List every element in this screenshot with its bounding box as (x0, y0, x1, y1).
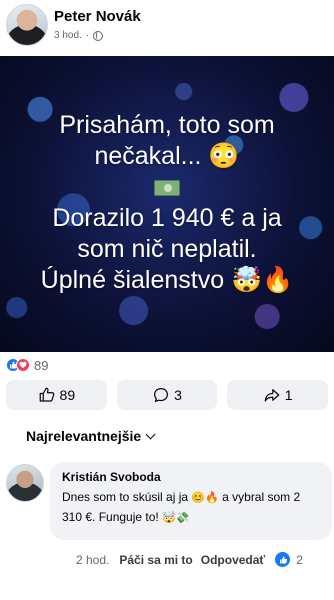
author-avatar[interactable] (6, 4, 48, 46)
comment-reply-link[interactable]: Odpovedať (201, 553, 265, 567)
action-bar: 89 3 1 (6, 380, 329, 410)
image-line-4: som nič neplatil. (77, 235, 257, 263)
comment-reaction-count: 2 (296, 552, 303, 567)
share-button[interactable]: 1 (227, 380, 329, 410)
share-icon (264, 389, 280, 402)
post-meta: 3 hod. · (54, 30, 104, 41)
comment-icon (154, 388, 169, 402)
comment-count: 3 (174, 387, 182, 403)
comment-bubble: Kristián Svoboda Dnes som to skúsil aj j… (50, 462, 332, 540)
image-line-3: Dorazilo 1 940 € a ja (52, 204, 282, 232)
post-header: Peter Novák 3 hod. · (0, 0, 334, 56)
image-line-5: Úplné šialenstvo 🤯🔥 (40, 266, 294, 294)
image-text: Prisahám, toto som nečakal... 😳 Dorazilo… (0, 110, 334, 296)
thumbs-up-icon (39, 387, 54, 402)
reaction-count: 89 (34, 357, 49, 373)
image-line-2: nečakal... 😳 (94, 142, 240, 170)
comment-like-link[interactable]: Páči sa mi to (119, 553, 192, 567)
author-name[interactable]: Peter Novák (54, 8, 141, 25)
reactions-summary[interactable]: 89 (6, 356, 48, 374)
comment-text-part-1: Dnes som to skúsil aj ja (62, 490, 192, 504)
comment-sort-dropdown[interactable]: Najrelevantnejšie (26, 428, 156, 444)
post-image[interactable]: Prisahám, toto som nečakal... 😳 Dorazilo… (0, 56, 334, 352)
comment-button[interactable]: 3 (116, 380, 218, 410)
comment-footer: 2 hod. Páči sa mi to Odpovedať 2 (76, 552, 332, 567)
share-count: 1 (284, 387, 293, 403)
post-time[interactable]: 3 hod. (54, 30, 82, 41)
comment-text: Dnes som to skúsil aj ja 😊🔥 a vybral som… (62, 488, 320, 528)
sort-label: Najrelevantnejšie (26, 428, 142, 444)
globe-icon (93, 30, 104, 41)
chevron-down-icon (145, 429, 156, 439)
like-count: 89 (59, 387, 76, 403)
like-button[interactable]: 89 (6, 380, 107, 410)
money-bill-icon (154, 180, 180, 197)
love-reaction-icon (16, 358, 30, 372)
commenter-name[interactable]: Kristián Svoboda (62, 470, 320, 484)
image-line-1: Prisahám, toto som (59, 111, 275, 139)
comment-time[interactable]: 2 hod. (76, 553, 109, 567)
comment-like-reaction-icon (275, 552, 291, 567)
comment-emoji-1: 😊🔥 (191, 492, 219, 504)
commenter-avatar[interactable] (6, 464, 44, 502)
comment-emoji-2: 🤯💸 (162, 512, 190, 524)
